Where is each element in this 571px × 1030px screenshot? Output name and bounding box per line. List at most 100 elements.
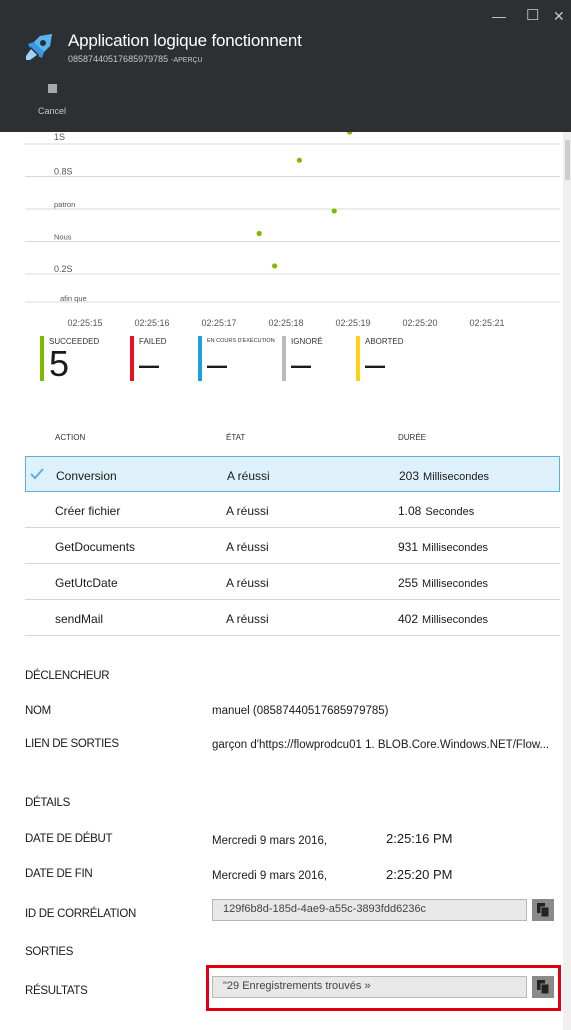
end-date-value: Mercredi 9 mars 2016, <box>212 870 328 882</box>
chart-x-tick-label: 02:25:17 <box>201 318 236 328</box>
duration-unit: Millisecondes <box>423 471 490 483</box>
scrollbar-track[interactable] <box>563 132 571 1030</box>
status-counter: SUCCEEDED 5 <box>40 336 120 384</box>
column-header-duration: DURÉE <box>398 433 427 442</box>
trigger-name-label: NOM <box>25 705 51 717</box>
chart-point[interactable] <box>347 132 353 135</box>
maximize-icon[interactable]: ☐ <box>526 6 539 24</box>
action-name: GetUtcDate <box>55 576 118 590</box>
action-state: A réussi <box>226 540 269 554</box>
status-count: – <box>207 343 228 384</box>
results-label: RÉSULTATS <box>25 985 88 997</box>
action-duration: 203 Millisecondes <box>399 469 489 483</box>
end-time-value: 2:25:20 PM <box>386 867 453 882</box>
copy-icon <box>537 903 550 918</box>
start-date-value: Mercredi 9 mars 2016, <box>212 835 328 847</box>
action-state: A réussi <box>226 612 269 626</box>
status-count: – <box>139 343 160 384</box>
correlation-id-label: ID DE CORRÉLATION <box>25 908 136 920</box>
action-state: A réussi <box>226 576 269 590</box>
close-icon[interactable]: ✕ <box>553 8 565 25</box>
run-timeline-chart: 1S 0.8S patron Nous 0.2S afin que 02:25:15 02:2… <box>0 132 560 332</box>
checkmark-icon <box>29 466 45 482</box>
status-color-bar <box>40 336 44 381</box>
chart-y-tick-label: 0.2S <box>54 264 73 274</box>
chart-y-tick-label: 1S <box>54 132 65 142</box>
status-counter: EN COURS D'EXÉCUTION – <box>198 336 278 384</box>
action-duration: 402 Millisecondes <box>398 612 488 626</box>
chart-point[interactable] <box>256 230 262 237</box>
status-color-bar <box>282 336 286 381</box>
details-section-title: DÉTAILS <box>25 797 70 809</box>
chart-x-tick-label: 02:25:21 <box>469 318 504 328</box>
start-time-value: 2:25:16 PM <box>386 831 453 846</box>
rocket-icon <box>22 30 56 64</box>
status-counter: ABORTED – <box>356 336 436 384</box>
action-duration: 931 Millisecondes <box>398 540 488 554</box>
end-date-label: DATE DE FIN <box>25 868 93 880</box>
cancel-button-label: Cancel <box>37 106 66 116</box>
outputs-link-label: LIEN DE SORTIES <box>25 738 119 750</box>
chart-point[interactable] <box>331 208 337 214</box>
chart-x-tick-label: 02:25:15 <box>67 318 102 328</box>
duration-value: 203 <box>399 469 420 483</box>
minimize-icon[interactable]: — <box>492 8 506 24</box>
run-id-subtitle: 08587440517685979785 -APERÇU <box>68 54 203 64</box>
correlation-id-field[interactable]: 129f6b8d-185d-4ae9-a55c-3893fdd6236c <box>212 899 527 921</box>
chart-point[interactable] <box>272 263 278 269</box>
action-duration: 1.08 Secondes <box>398 504 474 518</box>
chart-point[interactable] <box>296 157 302 163</box>
action-state: A réussi <box>227 469 270 483</box>
table-row[interactable]: sendMail A réussi 402 Millisecondes <box>25 600 560 636</box>
cancel-button[interactable]: Cancel <box>28 80 76 120</box>
status-count: – <box>291 343 312 384</box>
duration-value: 1.08 <box>398 504 422 518</box>
action-name: GetDocuments <box>55 540 136 554</box>
chart-y-tick-label: Nous <box>54 233 72 242</box>
highlight-box <box>206 965 561 1011</box>
chart-x-tick-label: 02:25:18 <box>268 318 303 328</box>
trigger-name-value: manuel (08587440517685979785) <box>212 705 389 717</box>
action-state: A réussi <box>226 504 269 518</box>
table-row[interactable]: GetUtcDate A réussi 255 Millisecondes <box>25 564 560 600</box>
chart-x-tick-label: 02:25:19 <box>335 318 370 328</box>
status-color-bar <box>130 336 134 381</box>
chart-x-tick-label: 02:25:16 <box>134 318 169 328</box>
duration-value: 402 <box>398 612 419 626</box>
table-row[interactable]: Créer fichier A réussi 1.08 Secondes <box>25 492 560 528</box>
stop-icon <box>47 84 57 93</box>
chart-x-tick-label: 02:25:20 <box>402 318 437 328</box>
table-row[interactable]: GetDocuments A réussi 931 Millisecondes <box>25 528 560 564</box>
status-counter: IGNORÉ – <box>282 336 362 384</box>
action-duration: 255 Millisecondes <box>398 576 488 590</box>
trigger-section-title: DÉCLENCHEUR <box>25 670 110 682</box>
duration-value: 255 <box>398 576 419 590</box>
start-date-label: DATE DE DÉBUT <box>25 833 113 845</box>
duration-unit: Millisecondes <box>422 614 489 626</box>
action-name: Créer fichier <box>55 504 121 518</box>
table-row[interactable]: Conversion A réussi 203 Millisecondes <box>25 456 560 492</box>
status-count: – <box>365 343 386 384</box>
duration-unit: Millisecondes <box>422 578 489 590</box>
status-color-bar <box>356 336 360 381</box>
scrollbar-thumb[interactable] <box>565 140 570 180</box>
chart-y-tick-label: afin que <box>60 294 87 303</box>
action-name: Conversion <box>56 469 117 483</box>
run-id: 08587440517685979785 <box>68 54 169 64</box>
column-header-action: ACTION <box>55 433 86 442</box>
duration-unit: Millisecondes <box>422 542 489 554</box>
copy-correlation-button[interactable] <box>532 899 554 921</box>
column-header-state: ÉTAT <box>226 433 246 442</box>
outputs-label: SORTIES <box>25 946 74 958</box>
chart-y-tick-label: patron <box>54 200 75 209</box>
duration-unit: Secondes <box>425 506 475 518</box>
status-color-bar <box>198 336 202 381</box>
page-title: Application logique fonctionnent <box>68 31 302 50</box>
duration-value: 931 <box>398 540 419 554</box>
blade-header: — ☐ ✕ Application logique fonctionnent 0… <box>0 0 571 132</box>
preview-tag: -APERÇU <box>171 57 203 64</box>
chart-y-tick-label: 0.8S <box>54 167 73 177</box>
status-count: 5 <box>49 343 70 384</box>
chart-svg: 1S 0.8S patron Nous 0.2S afin que 02:25:15 02:2… <box>25 132 560 328</box>
outputs-link[interactable]: garçon d'https://flowprodcu01 1. BLOB.Co… <box>212 739 557 751</box>
